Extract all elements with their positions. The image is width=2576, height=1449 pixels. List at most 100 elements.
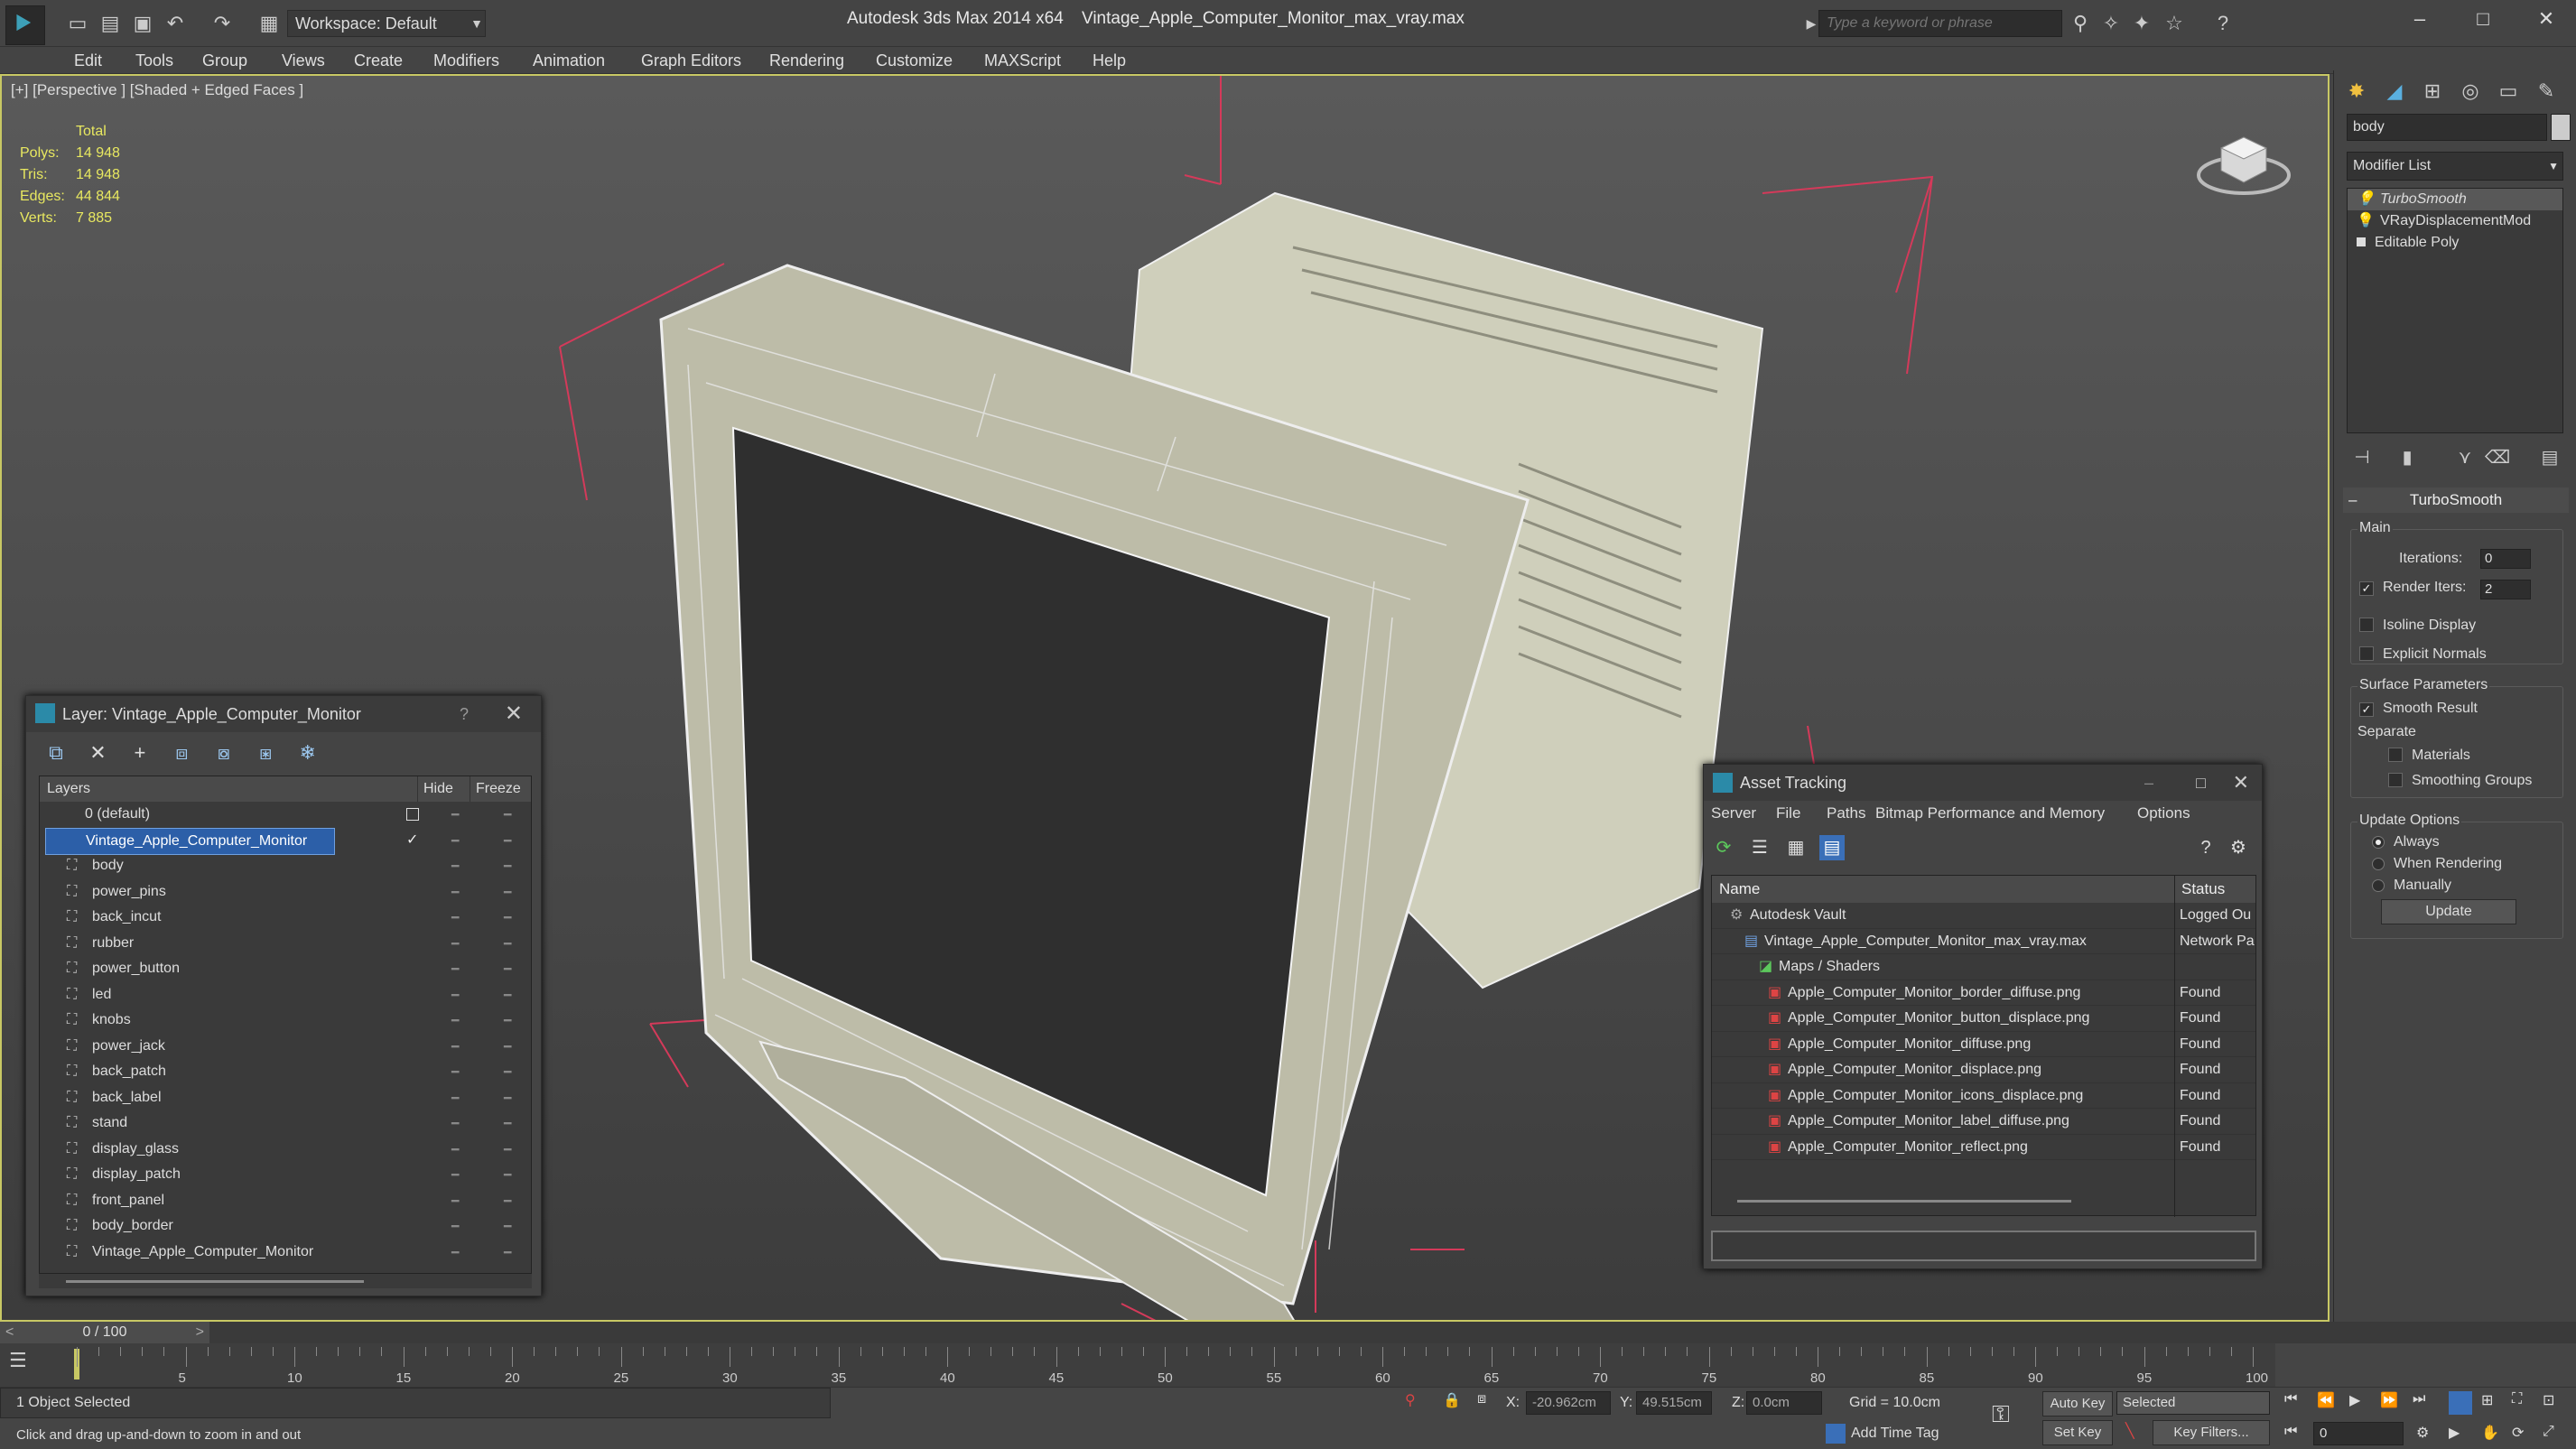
layer-object-row[interactable]: ⛶ knobs ━ ━ [40,1008,531,1034]
layer-object-row[interactable]: ⛶ display_patch ━ ━ [40,1162,531,1188]
menu-animation[interactable]: Animation [533,51,605,70]
asset-dialog-titlebar[interactable]: Asset Tracking – □ ✕ [1704,765,2262,801]
hide-toggle[interactable]: ━ [451,1085,459,1110]
menu-modifiers[interactable]: Modifiers [433,51,499,70]
col-name[interactable]: Name [1719,876,1760,903]
asset-path-field[interactable] [1711,1231,2256,1261]
search-input[interactable] [1818,10,2062,37]
col-status[interactable]: Status [2181,876,2225,903]
layer-row-default[interactable]: 0 (default) ━ ━ [40,802,531,828]
hierarchy-tab-icon[interactable]: ⊞ [2415,74,2450,108]
hide-toggle[interactable]: ━ [451,1059,459,1084]
help-icon[interactable]: ? [2193,835,2218,860]
table-view-icon[interactable]: ▤ [1819,835,1845,860]
display-tab-icon[interactable]: ▭ [2491,74,2525,108]
highlight-layer-icon[interactable]: ⧇ [209,738,239,768]
close-button[interactable]: ✕ [2528,5,2564,33]
orbit-icon[interactable]: ⟳ [2512,1424,2524,1442]
materials-checkbox[interactable] [2388,748,2403,762]
hide-toggle[interactable]: ━ [451,879,459,905]
layer-object-row[interactable]: ⛶ body ━ ━ [40,853,531,879]
col-layers[interactable]: Layers [47,776,90,802]
stack-item-turbosmooth[interactable]: 💡 TurboSmooth [2348,189,2562,210]
delete-layer-icon[interactable]: ✕ [82,738,113,768]
minimize-button[interactable]: – [2144,765,2153,801]
modifier-stack[interactable]: 💡 TurboSmooth 💡 VRayDisplacementMod Editab… [2347,188,2563,433]
menu-tools[interactable]: Tools [135,51,173,70]
menu-customize[interactable]: Customize [876,51,953,70]
hide-toggle[interactable]: ━ [451,1137,459,1162]
hide-toggle[interactable]: ━ [451,956,459,981]
menu-rendering[interactable]: Rendering [769,51,844,70]
freeze-toggle[interactable]: ━ [504,828,511,853]
isoline-display-checkbox[interactable] [2359,618,2374,632]
zoom-extents-icon[interactable]: ⛶ [2512,1391,2522,1407]
menu-maxscript[interactable]: MAXScript [984,51,1061,70]
menu-help[interactable]: Help [1093,51,1126,70]
layer-object-row[interactable]: ⛶ back_label ━ ━ [40,1085,531,1111]
freeze-toggle[interactable]: ━ [504,931,511,956]
layer-object-row[interactable]: ⛶ back_incut ━ ━ [40,905,531,931]
time-slider-thumb[interactable]: < 0 / 100 > [0,1322,209,1343]
grid-view-icon[interactable]: ▦ [1783,835,1809,860]
new-file-icon[interactable]: ▭ [65,11,90,36]
selection-lock-icon[interactable]: 🔒 [1443,1391,1461,1409]
communication-icon[interactable]: ✦ [2129,11,2154,36]
iterations-spinner[interactable]: 0 [2480,549,2531,569]
zoom-icon[interactable] [2449,1391,2472,1415]
col-hide[interactable]: Hide [417,776,453,802]
freeze-toggle[interactable]: ━ [504,1137,511,1162]
layer-object-row[interactable]: ⛶ body_border ━ ━ [40,1213,531,1240]
freeze-toggle[interactable]: ━ [504,1008,511,1033]
layer-object-row[interactable]: ⛶ power_pins ━ ━ [40,879,531,906]
menu-graph-editors[interactable]: Graph Editors [641,51,741,70]
time-tag-icon[interactable] [1826,1424,1846,1444]
menu-edit[interactable]: Edit [74,51,102,70]
when-rendering-radio[interactable] [2372,858,2385,870]
freeze-toggle[interactable]: ━ [504,1240,511,1265]
hide-toggle[interactable]: ━ [451,905,459,930]
help-icon[interactable]: ? [2210,11,2236,36]
hide-all-layers-icon[interactable]: ⧆ [250,738,281,768]
hide-toggle[interactable]: ━ [451,931,459,956]
hide-toggle[interactable]: ━ [451,1008,459,1033]
close-icon[interactable]: ✕ [2233,765,2249,801]
expand-icon[interactable] [2357,237,2366,246]
save-icon[interactable]: ▣ [130,11,155,36]
menu-paths[interactable]: Paths [1827,804,1865,822]
hide-toggle[interactable]: ━ [451,1213,459,1239]
render-iters-checkbox[interactable]: ✓ [2359,581,2374,596]
select-objects-icon[interactable]: ⧈ [166,738,197,768]
time-config-icon[interactable]: ⚙ [2416,1424,2429,1442]
zoom-extents-all-icon[interactable]: ⊡ [2543,1391,2554,1409]
settings-icon[interactable]: ⚙ [2226,835,2251,860]
freeze-all-layers-icon[interactable]: ❄ [293,738,323,768]
freeze-toggle[interactable]: ━ [504,1188,511,1213]
maximize-button[interactable]: □ [2196,765,2206,801]
create-layer-icon[interactable]: ⧉ [41,738,71,768]
help-button[interactable]: ? [460,696,469,732]
update-button[interactable]: Update [2381,899,2516,924]
chevron-down-icon[interactable]: ▼ [468,10,486,37]
go-to-start-icon[interactable]: ⏮ [2284,1391,2297,1407]
set-key-button[interactable]: Set Key [2042,1420,2113,1445]
layer-object-row[interactable]: ⛶ Vintage_Apple_Computer_Monitor ━ ━ [40,1240,531,1266]
col-freeze[interactable]: Freeze [470,776,521,802]
menu-file[interactable]: File [1776,804,1800,822]
manually-radio[interactable] [2372,879,2385,892]
freeze-toggle[interactable]: ━ [504,956,511,981]
horizontal-scrollbar[interactable] [39,1274,532,1288]
utilities-tab-icon[interactable]: ✎ [2529,74,2563,108]
stack-item-vraydisplacement[interactable]: 💡 VRayDisplacementMod [2348,210,2562,232]
menu-server[interactable]: Server [1711,804,1756,822]
render-iters-spinner[interactable]: 2 [2480,580,2531,599]
motion-tab-icon[interactable]: ◎ [2453,74,2488,108]
freeze-toggle[interactable]: ━ [504,853,511,878]
auto-key-button[interactable]: Auto Key [2042,1391,2113,1416]
horizontal-scrollbar[interactable] [1737,1200,2071,1203]
menu-options[interactable]: Options [2137,804,2190,822]
pin-stack-icon[interactable]: ⊣ [2347,442,2377,473]
undo-icon[interactable]: ↶ [163,11,188,36]
current-frame-field[interactable]: 0 [2313,1422,2404,1445]
bulb-icon[interactable]: 💡 [2357,210,2375,232]
